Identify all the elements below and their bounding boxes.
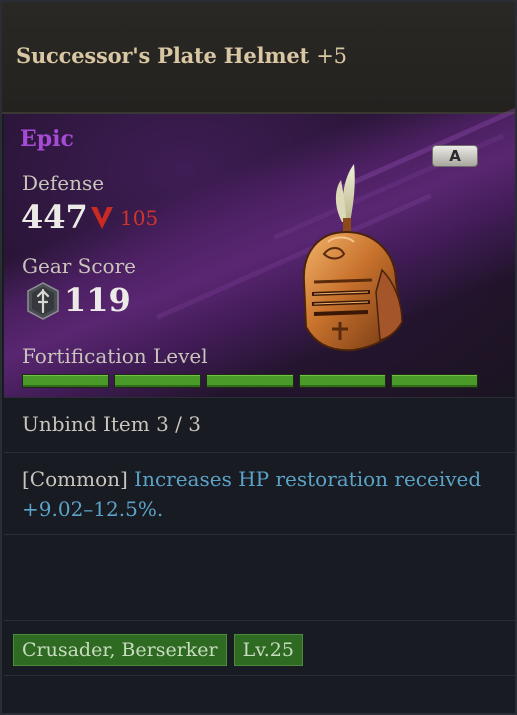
fortification-segment: [390, 374, 479, 388]
fortification-segment: [298, 374, 386, 388]
fortification-segment: [22, 374, 110, 388]
fortification-segment: [206, 374, 294, 388]
defense-label: Defense: [22, 171, 105, 195]
gear-score-shield-icon: [27, 282, 59, 320]
effect-prefix: [Common]: [22, 467, 128, 491]
requirement-tags: Crusader, Berserker Lv.25: [13, 634, 303, 666]
defense-value: 447: [21, 198, 88, 236]
fortification-label: Fortification Level: [22, 344, 208, 368]
item-tooltip: Successor's Plate Helmet +5 Epic A Defen…: [0, 0, 517, 715]
item-name-text: Successor's Plate Helmet: [16, 43, 310, 68]
divider: [4, 452, 515, 453]
fortification-segment: [114, 374, 202, 388]
grade-badge: A: [432, 145, 478, 167]
item-name: Successor's Plate Helmet +5: [16, 43, 347, 68]
divider: [4, 675, 515, 676]
gear-score-label: Gear Score: [22, 254, 136, 278]
divider: [4, 534, 515, 535]
rarity-label: Epic: [20, 126, 74, 152]
item-upgrade-level: +5: [316, 44, 347, 68]
plate-helmet-icon: [302, 164, 404, 352]
tooltip-header: Successor's Plate Helmet +5: [2, 2, 515, 114]
fortification-bars: [22, 374, 479, 388]
class-tag: Crusader, Berserker: [13, 634, 227, 666]
effect-value: +9.02–12.5%.: [22, 497, 164, 521]
level-tag: Lv.25: [233, 634, 303, 666]
item-effect: [Common] Increases HP restoration receiv…: [22, 464, 492, 524]
decrease-arrow-icon: [91, 207, 113, 229]
unbind-count: Unbind Item 3 / 3: [22, 412, 201, 436]
divider: [4, 620, 515, 621]
divider: [4, 397, 515, 398]
defense-delta: 105: [120, 206, 159, 230]
gear-score-value: 119: [64, 281, 131, 319]
effect-text: Increases HP restoration received: [127, 467, 482, 491]
